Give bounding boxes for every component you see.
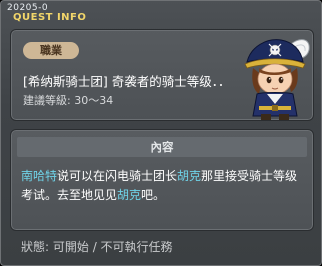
- content-panel: 內容 南哈特说可以在闪电骑士团长胡克那里接受骑士等级考试。去至地见见胡克吧。: [10, 129, 314, 231]
- quest-summary-card: 職業 [希纳斯骑士团] 奇袭者的骑士等级．． 建議等級: 30～34: [10, 29, 314, 121]
- npc-portrait: [244, 39, 310, 120]
- npc-name-link[interactable]: 胡克: [117, 188, 141, 202]
- class-badge: 職業: [23, 42, 79, 59]
- description-text: 说可以在闪电骑士团长: [57, 169, 178, 183]
- quest-info-window: 20205-0 QUEST INFO 職業 [希纳斯骑士团] 奇袭者的骑士等级．…: [0, 0, 322, 266]
- description-text: 吧。: [141, 188, 166, 202]
- quest-description: 南哈特说可以在闪电骑士团长胡克那里接受骑士等级考试。去至地见见胡克吧。: [21, 167, 309, 205]
- npc-name-link[interactable]: 胡克: [177, 169, 201, 183]
- status-label: 狀態: [21, 240, 46, 254]
- status-value: : 可開始 / 不可執行任務: [45, 240, 173, 254]
- window-title: QUEST INFO: [13, 12, 87, 23]
- recommended-level: 建議等級: 30～34: [23, 94, 114, 107]
- quest-status: 狀態: 可開始 / 不可執行任務: [21, 238, 173, 255]
- npc-name-link[interactable]: 南哈特: [21, 169, 57, 183]
- quest-name: [希纳斯骑士团] 奇袭者的骑士等级．．: [23, 74, 231, 89]
- content-header: 內容: [17, 137, 307, 157]
